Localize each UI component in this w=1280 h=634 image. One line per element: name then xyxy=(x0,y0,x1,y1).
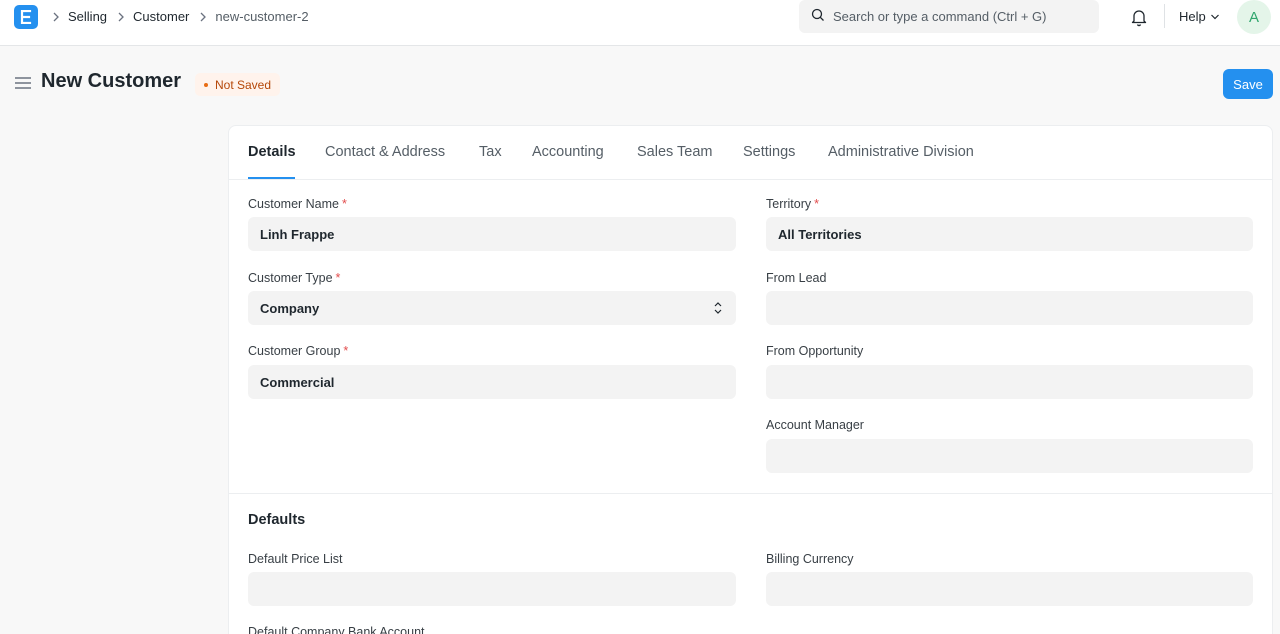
from-opportunity-label: From Opportunity xyxy=(766,344,864,358)
status-dot-icon xyxy=(204,82,208,87)
billing-currency-field[interactable] xyxy=(766,572,1253,606)
chevron-down-icon xyxy=(1210,14,1219,19)
breadcrumb: Selling Customer new-customer-2 xyxy=(52,0,319,33)
from-lead-label: From Lead xyxy=(766,271,827,285)
customer-type-label: Customer Type * xyxy=(248,271,341,285)
territory-label: Territory * xyxy=(766,197,820,211)
chevron-right-icon xyxy=(52,12,60,22)
notification-bell-icon[interactable] xyxy=(1129,7,1149,27)
customer-type-select[interactable]: Company xyxy=(248,291,736,325)
chevron-right-icon xyxy=(199,12,207,22)
account-manager-label: Account Manager xyxy=(766,418,864,432)
sidebar-toggle-icon[interactable] xyxy=(15,76,31,90)
tab-details[interactable]: Details xyxy=(248,144,296,160)
active-tab-indicator xyxy=(248,177,295,179)
customer-group-label: Customer Group * xyxy=(248,344,349,358)
tab-accounting[interactable]: Accounting xyxy=(532,144,604,160)
customer-type-value: Company xyxy=(260,300,320,316)
status-text: Not Saved xyxy=(215,77,272,92)
navbar-divider xyxy=(1164,4,1165,28)
help-label: Help xyxy=(1179,9,1206,24)
customer-name-label: Customer Name * xyxy=(248,197,347,211)
section-divider xyxy=(229,493,1272,494)
top-navbar: Selling Customer new-customer-2 Search o… xyxy=(0,0,1280,46)
default-company-bank-account-label: Default Company Bank Account xyxy=(248,625,425,634)
search-icon xyxy=(811,8,825,25)
avatar[interactable]: A xyxy=(1237,0,1271,34)
breadcrumb-selling[interactable]: Selling xyxy=(68,9,107,24)
tab-tax[interactable]: Tax xyxy=(479,144,502,160)
default-price-list-field[interactable] xyxy=(248,572,736,606)
save-button[interactable]: Save xyxy=(1223,69,1273,99)
tab-administrative-division[interactable]: Administrative Division xyxy=(828,144,974,160)
breadcrumb-customer[interactable]: Customer xyxy=(133,9,189,24)
from-opportunity-field[interactable] xyxy=(766,365,1253,399)
account-manager-field[interactable] xyxy=(766,439,1253,473)
customer-name-field[interactable]: Linh Frappe xyxy=(248,217,736,251)
breadcrumb-current[interactable]: new-customer-2 xyxy=(215,9,308,24)
default-price-list-label: Default Price List xyxy=(248,552,343,566)
tab-sales-team[interactable]: Sales Team xyxy=(637,144,713,160)
tab-contact-address[interactable]: Contact & Address xyxy=(325,144,445,160)
territory-field[interactable]: All Territories xyxy=(766,217,1253,251)
page-title: New Customer xyxy=(41,70,182,92)
status-badge: Not Saved xyxy=(195,73,281,96)
search-placeholder: Search or type a command (Ctrl + G) xyxy=(833,9,1047,24)
billing-currency-label: Billing Currency xyxy=(766,552,854,566)
help-dropdown[interactable]: Help xyxy=(1179,0,1220,33)
customer-group-field[interactable]: Commercial xyxy=(248,365,736,399)
defaults-section-title: Defaults xyxy=(248,512,306,528)
from-lead-field[interactable] xyxy=(766,291,1253,325)
form-tabs: Details Contact & Address Tax Accounting… xyxy=(229,126,1272,180)
form-card: Details Contact & Address Tax Accounting… xyxy=(228,125,1273,634)
chevron-right-icon xyxy=(117,12,125,22)
app-logo-icon[interactable] xyxy=(14,5,38,29)
select-arrows-icon xyxy=(714,302,722,314)
search-input[interactable]: Search or type a command (Ctrl + G) xyxy=(799,0,1099,33)
tab-settings[interactable]: Settings xyxy=(743,144,795,160)
